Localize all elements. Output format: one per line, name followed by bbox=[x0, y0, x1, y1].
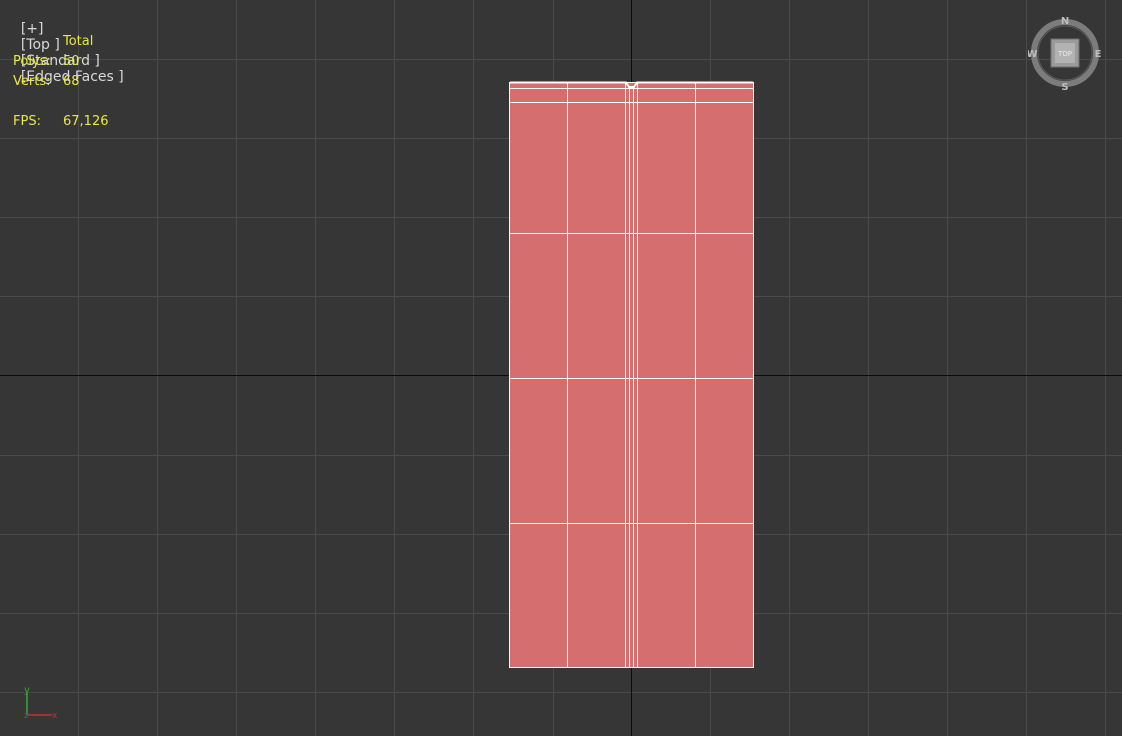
compass-west-label[interactable]: W bbox=[1028, 49, 1038, 60]
viewport-top[interactable]: [+] [Top ] [Standard ] [Edged Faces ] To… bbox=[0, 0, 1122, 736]
axis-tripod-icon: y x z bbox=[24, 685, 58, 721]
compass-south-label[interactable]: S bbox=[1061, 82, 1068, 93]
axis-y-label: y bbox=[24, 685, 30, 696]
axis-x-label: x bbox=[52, 711, 58, 721]
compass-east-label[interactable]: E bbox=[1095, 49, 1102, 60]
compass-north-label[interactable]: N bbox=[1061, 16, 1069, 27]
stats-fps-value: 67,126 bbox=[63, 114, 109, 129]
stats-verts-label: Verts: bbox=[13, 74, 51, 89]
stats-polys-label: Polys: bbox=[13, 54, 51, 69]
mesh-fill bbox=[510, 82, 753, 668]
viewcube-face-label: TOP bbox=[1057, 50, 1072, 58]
viewport-grid bbox=[0, 0, 1122, 736]
viewport-point-of-view-menu[interactable]: [Top ] bbox=[21, 37, 60, 53]
stats-total-header: Total bbox=[63, 34, 94, 49]
axis-z-label: z bbox=[24, 711, 29, 721]
stats-fps-label: FPS: bbox=[13, 114, 41, 129]
mesh-object[interactable] bbox=[509, 81, 754, 668]
stats-polys-value: 50 bbox=[63, 54, 80, 69]
viewport-general-menu[interactable]: [+] bbox=[21, 21, 44, 37]
viewcube[interactable]: TOP N S E W bbox=[1028, 14, 1104, 94]
stats-verts-value: 68 bbox=[63, 74, 80, 89]
